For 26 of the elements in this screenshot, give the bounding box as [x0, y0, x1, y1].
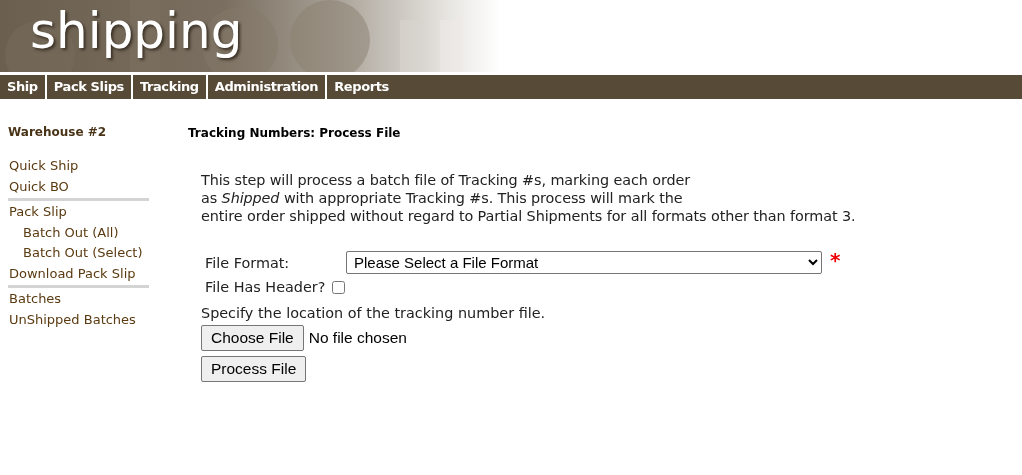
field-label: File Format: — [205, 254, 291, 271]
file-prompt: Specify the location of the tracking number file. — [201, 305, 547, 321]
sidebar-link[interactable]: Pack Slip — [9, 202, 149, 223]
file-format-dropdown[interactable]: Please Select a File Format — [346, 251, 822, 274]
field-label: File Has Header? — [205, 279, 326, 295]
nav-tab[interactable]: Administration — [207, 75, 328, 99]
sidebar-link[interactable]: Batch Out (Select) — [23, 243, 149, 264]
logo-text: shipping — [30, 2, 243, 60]
file-status: No file chosen — [308, 329, 407, 347]
nav-tab[interactable]: Tracking — [132, 75, 208, 99]
sidebar-link[interactable]: Quick Ship — [9, 156, 149, 177]
nav-tab[interactable]: Ship — [0, 75, 47, 99]
nav-tab[interactable]: Reports — [327, 75, 396, 99]
header-checkbox[interactable] — [332, 280, 346, 294]
sidebar-link[interactable]: UnShipped Batches — [9, 309, 149, 330]
sidebar-link[interactable]: Quick BO — [9, 176, 149, 197]
nav-tab[interactable]: Pack Slips — [46, 75, 133, 99]
choose-file-button[interactable]: Choose File — [201, 325, 304, 351]
required-mark: * — [830, 247, 841, 272]
sidebar-link[interactable]: Batch Out (All) — [23, 222, 149, 243]
description-text: This step will process a batch file of Tracking #s, marking each order as Shipped with appropriate Tracking #s. This process will mark the entire order shipped without regard to Partial Shipments for all formats other than format 3. — [201, 171, 856, 225]
process-file-button[interactable]: Process File — [201, 356, 307, 382]
sidebar-link[interactable]: Download Pack Slip — [9, 263, 149, 284]
warehouse-title: Warehouse #2 — [8, 125, 108, 139]
page-title: Tracking Numbers: Process File — [188, 126, 402, 140]
sidebar-link[interactable]: Batches — [9, 289, 149, 310]
